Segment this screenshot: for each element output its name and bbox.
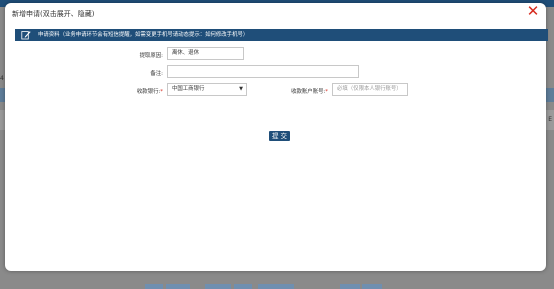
submit-button[interactable]: 提 交 <box>269 131 290 141</box>
reason-field[interactable]: 离休、退休 <box>167 47 244 60</box>
bank-select-value: 中国工商银行 <box>172 86 205 92</box>
bank-label-text: 收款银行: <box>136 89 161 95</box>
dropdown-arrow-icon: ▼ <box>239 86 243 92</box>
account-placeholder: 必填（仅限本人银行账号） <box>337 86 402 92</box>
section-header: 申请资料（业务申请环节会有短信提醒，如需变更手机号请动态提示：如何修改手机号） <box>15 29 548 41</box>
account-field[interactable]: 必填（仅限本人银行账号） <box>332 83 408 96</box>
remark-field[interactable] <box>167 65 359 78</box>
dialog-title[interactable]: 新增申请(双击展开、隐藏) <box>12 9 94 19</box>
account-label-text: 收款账户账号: <box>291 89 326 95</box>
reason-label: 提取原因: <box>139 53 163 59</box>
new-application-dialog: 新增申请(双击展开、隐藏) ✕ 申请资料（业务申请环节会有短信提醒，如需变更手机… <box>5 3 548 271</box>
close-icon[interactable]: ✕ <box>526 4 540 19</box>
account-label: 收款账户账号:* <box>265 87 328 95</box>
bank-select[interactable]: 中国工商银行 ▼ <box>167 83 247 96</box>
app-left-fragment: 4 <box>0 75 4 82</box>
bank-required-mark: * <box>160 89 163 95</box>
account-required-mark: * <box>325 89 328 95</box>
section-title: 申请资料（业务申请环节会有短信提醒，如需变更手机号请动态提示：如何修改手机号） <box>38 32 249 38</box>
bank-label: 收款银行:* <box>100 87 163 95</box>
remark-label: 备注: <box>150 71 163 77</box>
edit-icon <box>21 31 31 40</box>
